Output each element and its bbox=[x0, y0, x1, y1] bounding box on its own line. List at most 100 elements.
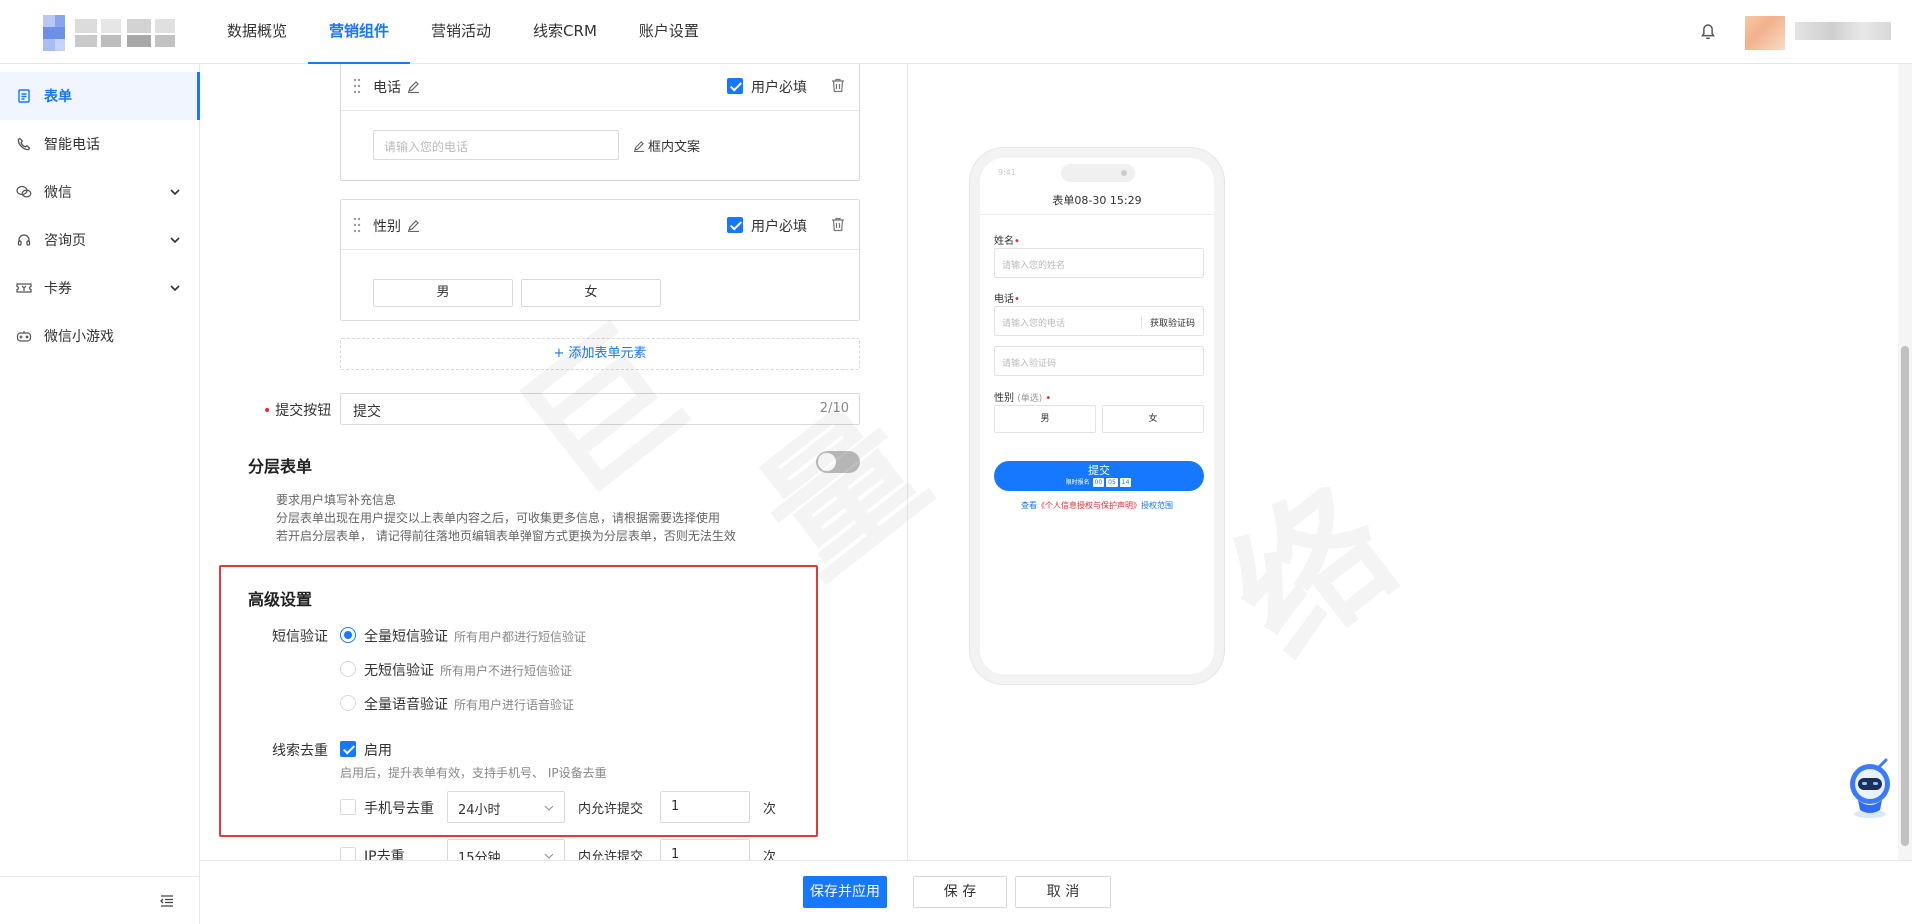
edit-pencil-icon[interactable] bbox=[407, 219, 420, 232]
edit-pencil-icon bbox=[633, 141, 645, 153]
preview-code-input: 请输入验证码 bbox=[994, 346, 1204, 376]
sidebar-item-label: 微信小游戏 bbox=[44, 329, 114, 345]
sidebar-item-label: 卡券 bbox=[44, 281, 72, 297]
field-card-header: 电话 用户必填 bbox=[341, 64, 859, 111]
dedupe-hint: 启用后，提升表单有效，支持手机号、 IP设备去重 bbox=[340, 766, 607, 780]
collapse-menu-icon[interactable] bbox=[159, 893, 175, 909]
dedupe-enable-checkbox[interactable] bbox=[340, 741, 356, 757]
add-form-element-button[interactable]: + 添加表单元素 bbox=[340, 338, 860, 370]
preview-name-label: 姓名• bbox=[994, 232, 1020, 247]
nav-leads-crm[interactable]: 线索CRM bbox=[512, 0, 618, 64]
logo[interactable] bbox=[43, 15, 178, 51]
radio-sms-none[interactable] bbox=[340, 661, 356, 677]
hint-line: 分层表单出现在用户提交以上表单内容之后，可收集更多信息，请根据需要选择使用 bbox=[276, 511, 721, 525]
required-label: 用户必填 bbox=[751, 80, 807, 96]
mobile-preview: 9:41 表单08-30 15:29 姓名• 请输入您的姓名 电话• 请输入您的… bbox=[970, 148, 1224, 684]
inner-text-link[interactable]: 框内文案 bbox=[633, 136, 700, 155]
wechat-icon bbox=[16, 184, 32, 200]
submit-text-input[interactable]: 提交 2/10 bbox=[340, 393, 860, 425]
phone-dedupe-checkbox[interactable] bbox=[340, 799, 356, 815]
sms-option-all[interactable]: 全量短信验证 所有用户都进行短信验证 bbox=[364, 626, 586, 646]
bell-icon[interactable] bbox=[1697, 20, 1719, 42]
edit-pencil-icon[interactable] bbox=[407, 80, 420, 93]
preview-option-female: 女 bbox=[1102, 405, 1204, 433]
sidebar-item-mini-game[interactable]: 微信小游戏 bbox=[0, 312, 200, 360]
page-scrollbar[interactable] bbox=[1898, 64, 1912, 860]
form-editor-panel: 电话 用户必填 请输入您的电话 框内文案 性别 用户必填 男 女 + 添加表单元… bbox=[200, 64, 908, 860]
voice-option-all[interactable]: 全量语音验证 所有用户进行语音验证 bbox=[364, 694, 574, 714]
preview-countdown: 限时报名 00 05 14 bbox=[994, 478, 1204, 487]
field-card-gender: 性别 用户必填 男 女 bbox=[340, 199, 860, 321]
top-bar: 数据概览 营销组件 营销活动 线索CRM 账户设置 bbox=[0, 0, 1912, 64]
avatar[interactable] bbox=[1745, 16, 1785, 50]
char-counter: 2/10 bbox=[819, 401, 849, 416]
countdown-label: 限时报名 bbox=[1065, 479, 1090, 486]
field-card-phone: 电话 用户必填 请输入您的电话 框内文案 bbox=[340, 64, 860, 181]
nav-account-settings[interactable]: 账户设置 bbox=[618, 0, 720, 64]
countdown-hours: 00 bbox=[1092, 478, 1105, 487]
required-checkbox[interactable] bbox=[727, 217, 743, 233]
preview-status-time: 9:41 bbox=[998, 168, 1016, 177]
privacy-suffix: 授权范围 bbox=[1141, 501, 1173, 510]
trash-icon[interactable] bbox=[831, 78, 845, 93]
advanced-settings-title: 高级设置 bbox=[248, 590, 313, 609]
trash-icon[interactable] bbox=[831, 217, 845, 232]
ip-dedupe-period-select[interactable]: 15分钟 bbox=[447, 839, 565, 860]
sidebar-item-form[interactable]: 表单 bbox=[0, 72, 200, 120]
preview-privacy-note: 查看《个人信息授权与保护声明》授权范围 bbox=[980, 500, 1214, 511]
option-desc: 所有用户不进行短信验证 bbox=[440, 664, 573, 678]
user-name-blurred[interactable] bbox=[1795, 22, 1891, 40]
sidebar-item-consult-page[interactable]: 咨询页 bbox=[0, 216, 200, 264]
preview-gender-mode: (单选) bbox=[1017, 394, 1043, 404]
ip-dedupe-count-input[interactable]: 1 bbox=[660, 839, 750, 860]
form-icon bbox=[16, 88, 32, 104]
sidebar-item-smart-phone[interactable]: 智能电话 bbox=[0, 120, 200, 168]
preview-submit-button: 提交 限时报名 00 05 14 bbox=[994, 461, 1204, 491]
preview-name-input: 请输入您的姓名 bbox=[994, 248, 1204, 278]
sidebar-item-coupon[interactable]: 卡券 bbox=[0, 264, 200, 312]
scrollbar-thumb[interactable] bbox=[1901, 346, 1909, 846]
option-label: 全量短信验证 bbox=[364, 629, 448, 645]
phone-dedupe-count-input[interactable]: 1 bbox=[660, 791, 750, 823]
field-title-text: 电话 bbox=[373, 80, 401, 96]
drag-handle-icon[interactable] bbox=[353, 78, 361, 94]
nav-data-overview[interactable]: 数据概览 bbox=[206, 0, 308, 64]
required-mark: • bbox=[1045, 393, 1052, 404]
main-content: 电话 用户必填 请输入您的电话 框内文案 性别 用户必填 男 女 + 添加表单元… bbox=[200, 64, 1912, 860]
preview-phone-label: 电话• bbox=[994, 290, 1020, 305]
nav-marketing-activities[interactable]: 营销活动 bbox=[410, 0, 512, 64]
preview-placeholder: 请输入您的电话 bbox=[1002, 319, 1066, 329]
gender-option-male[interactable]: 男 bbox=[373, 279, 513, 307]
sms-option-none[interactable]: 无短信验证 所有用户不进行短信验证 bbox=[364, 660, 572, 680]
drag-handle-icon[interactable] bbox=[353, 217, 361, 233]
assistant-robot-icon[interactable] bbox=[1840, 752, 1896, 822]
radio-sms-all[interactable] bbox=[340, 627, 356, 643]
ip-dedupe-checkbox[interactable] bbox=[340, 847, 356, 860]
radio-voice-all[interactable] bbox=[340, 695, 356, 711]
nav-marketing-components[interactable]: 营销组件 bbox=[308, 0, 411, 64]
ticket-icon bbox=[16, 280, 32, 296]
save-button[interactable]: 保 存 bbox=[913, 876, 1007, 908]
preview-label-text: 电话 bbox=[994, 294, 1014, 305]
sms-verify-label: 短信验证 bbox=[272, 629, 328, 645]
phone-dedupe-label: 手机号去重 bbox=[364, 801, 434, 817]
submit-button-label: • 提交按钮 bbox=[263, 400, 331, 420]
preview-title: 表单08-30 15:29 bbox=[1052, 194, 1142, 207]
layered-form-toggle[interactable] bbox=[816, 451, 860, 473]
save-and-apply-button[interactable]: 保存并应用 bbox=[803, 876, 887, 908]
sidebar-item-label: 表单 bbox=[44, 89, 72, 105]
phone-dedupe-period-select[interactable]: 24小时 bbox=[447, 791, 565, 823]
dedupe-enable-label: 启用 bbox=[364, 743, 392, 759]
option-label: 无短信验证 bbox=[364, 663, 434, 679]
cancel-button[interactable]: 取 消 bbox=[1015, 876, 1111, 908]
sidebar-item-wechat[interactable]: 微信 bbox=[0, 168, 200, 216]
sidebar-item-label: 智能电话 bbox=[44, 137, 100, 153]
submit-text-value: 提交 bbox=[353, 404, 381, 420]
ip-dedupe-label: IP去重 bbox=[364, 849, 405, 860]
gender-option-female[interactable]: 女 bbox=[521, 279, 661, 307]
select-value: 15分钟 bbox=[458, 851, 501, 860]
phone-placeholder-input[interactable]: 请输入您的电话 bbox=[373, 130, 619, 160]
phone-icon bbox=[16, 136, 32, 152]
required-checkbox[interactable] bbox=[727, 78, 743, 94]
preview-gender-label: 性别 (单选) • bbox=[994, 389, 1051, 404]
